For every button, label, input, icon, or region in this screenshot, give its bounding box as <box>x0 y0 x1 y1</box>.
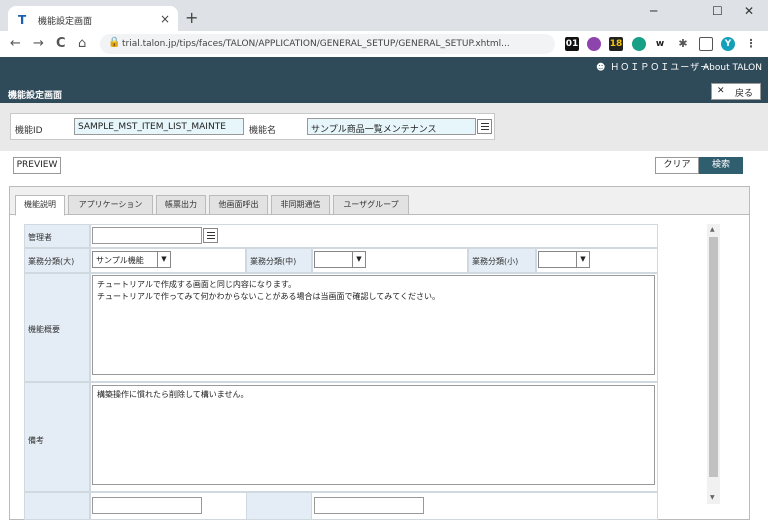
profile-avatar[interactable]: Y <box>721 37 735 51</box>
tab-title: 機能設定画面 <box>38 17 93 27</box>
window-maximize-button[interactable]: ☐ <box>712 4 723 18</box>
function-list-icon[interactable] <box>477 119 492 134</box>
browser-tab[interactable]: T 機能設定画面 × <box>8 6 178 34</box>
back-arrow-icon[interactable]: ← <box>10 36 21 51</box>
search-button[interactable]: 検索 <box>699 157 743 174</box>
reload-icon[interactable]: C <box>56 36 66 51</box>
extension-purple-icon[interactable] <box>587 37 601 51</box>
scrollbar-thumb[interactable] <box>709 237 718 477</box>
function-id-input[interactable]: SAMPLE_MST_ITEM_LIST_MAINTE <box>74 118 244 135</box>
about-talon-link[interactable]: About TALON <box>703 63 762 73</box>
action-row <box>0 151 768 181</box>
side-panel-icon[interactable] <box>699 37 713 51</box>
new-tab-button[interactable]: + <box>185 8 198 27</box>
extensions-puzzle-icon[interactable]: ✱ <box>676 37 690 51</box>
extension-w-icon[interactable]: w <box>653 37 667 51</box>
remarks-label: 備考 <box>28 436 44 445</box>
next-input-1[interactable] <box>92 497 202 514</box>
address-bar[interactable]: 🔒 trial.talon.jp/tips/faces/TALON/APPLIC… <box>100 34 555 54</box>
close-icon: ✕ <box>717 86 725 96</box>
tab-close-icon[interactable]: × <box>160 12 170 26</box>
clear-button[interactable]: クリア <box>655 157 699 174</box>
tab-function-description[interactable]: 機能説明 <box>15 195 65 216</box>
tab-user-group[interactable]: ユーザグループ <box>333 195 409 215</box>
extension-green-icon[interactable] <box>632 37 646 51</box>
tab-other-screen-call[interactable]: 他画面呼出 <box>209 195 268 215</box>
tab-report-output[interactable]: 帳票出力 <box>156 195 206 215</box>
summary-label: 機能概要 <box>28 325 60 334</box>
cat-large-select[interactable]: サンプル機能 ▼ <box>92 251 171 268</box>
chevron-down-icon: ▼ <box>352 252 365 267</box>
tab-async-communication[interactable]: 非同期通信 <box>271 195 330 215</box>
cat-mid-select[interactable]: ▼ <box>314 251 366 268</box>
manager-label: 管理者 <box>28 233 52 242</box>
function-name-label: 機能名 <box>249 126 277 136</box>
chevron-down-icon: ▼ <box>157 252 170 267</box>
summary-label-cell: 機能概要 <box>24 273 90 382</box>
tab-bar: 機能説明 アプリケーション 帳票出力 他画面呼出 非同期通信 ユーザグループ <box>10 187 749 216</box>
window-close-button[interactable]: ✕ <box>744 4 754 18</box>
scroll-down-icon[interactable]: ▼ <box>710 494 715 501</box>
back-button-label: 戻る <box>735 89 754 99</box>
cat-large-label: 業務分類(大) <box>28 257 75 266</box>
next-input-2[interactable] <box>314 497 424 514</box>
manager-input[interactable] <box>92 227 202 244</box>
cat-mid-label: 業務分類(中) <box>250 257 297 266</box>
manager-list-icon[interactable] <box>203 228 218 243</box>
window-minimize-button[interactable]: ─ <box>650 4 657 18</box>
app-header: ☻ ＨＯＩＰＯＩユーザー About TALON 機能設定画面 <box>0 57 768 103</box>
extension-01-icon[interactable]: 01 <box>565 37 579 51</box>
cat-small-select[interactable]: ▼ <box>538 251 590 268</box>
user-icon: ☻ <box>596 63 611 73</box>
summary-textarea[interactable]: チュートリアルで作成する画面と同じ内容になります。 チュートリアルで作ってみて何… <box>92 275 655 375</box>
back-button[interactable]: ✕ 戻る <box>711 83 761 100</box>
cat-small-label: 業務分類(小) <box>472 257 519 266</box>
remarks-textarea[interactable]: 構築操作に慣れたら削除して構いません。 <box>92 385 655 485</box>
forward-arrow-icon[interactable]: → <box>33 36 44 51</box>
chevron-down-icon: ▼ <box>576 252 589 267</box>
user-label: ＨＯＩＰＯＩユーザー <box>610 63 711 73</box>
talon-favicon-icon: T <box>18 13 27 27</box>
url-text: trial.talon.jp/tips/faces/TALON/APPLICAT… <box>122 39 510 49</box>
preview-button[interactable]: PREVIEW <box>13 157 61 174</box>
remarks-label-cell: 備考 <box>24 382 90 492</box>
lock-icon: 🔒 <box>108 37 121 48</box>
manager-label-cell: 管理者 <box>24 224 90 248</box>
next-label-cell-2 <box>246 492 312 520</box>
home-icon[interactable]: ⌂ <box>78 36 86 51</box>
function-id-label: 機能ID <box>15 126 43 136</box>
cat-small-label-cell: 業務分類(小) <box>468 248 536 273</box>
user-name: ☻ ＨＯＩＰＯＩユーザー <box>596 60 710 73</box>
page-title: 機能設定画面 <box>8 91 63 101</box>
tab-application[interactable]: アプリケーション <box>68 195 153 215</box>
cat-large-value: サンプル機能 <box>96 256 144 265</box>
cat-large-label-cell: 業務分類(大) <box>24 248 90 273</box>
scroll-up-icon[interactable]: ▲ <box>710 226 715 233</box>
function-name-input[interactable]: サンプル商品一覧メンテナンス <box>307 118 476 135</box>
cat-mid-label-cell: 業務分類(中) <box>246 248 312 273</box>
extension-18-icon[interactable]: 18 <box>609 37 623 51</box>
browser-toolbar: ← → C ⌂ 🔒 trial.talon.jp/tips/faces/TALO… <box>0 31 768 57</box>
browser-menu-icon[interactable]: ⋮ <box>744 37 758 51</box>
next-label-cell <box>24 492 90 520</box>
